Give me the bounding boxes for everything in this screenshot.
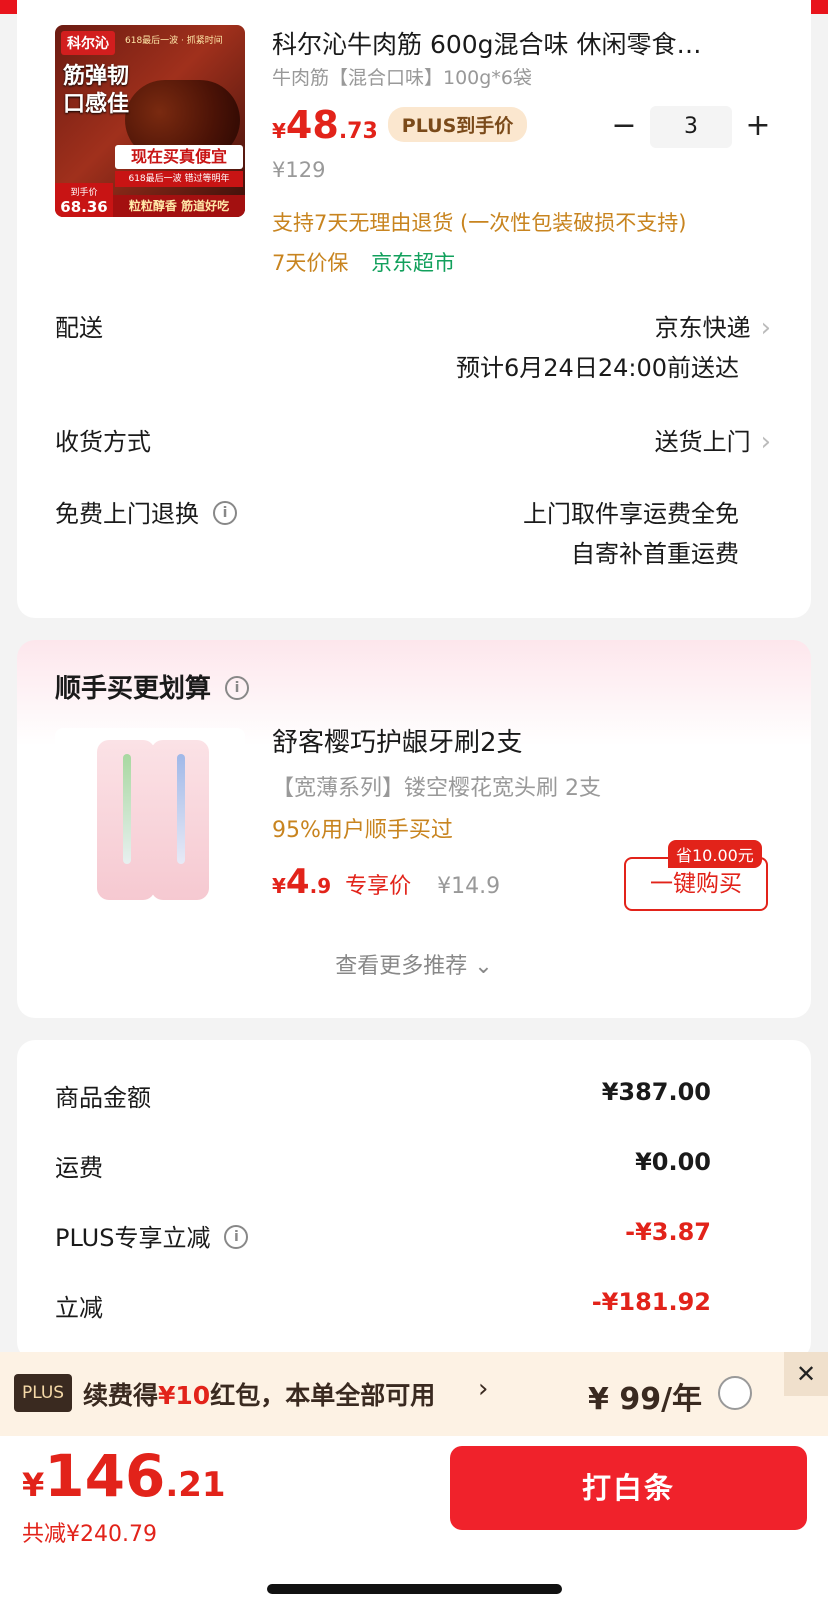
total-integer: 146 [44, 1442, 166, 1510]
plus-text-highlight: ¥10 [158, 1381, 211, 1410]
recommend-card: 顺手买更划算 i 舒客樱巧护龈牙刷2支 【宽薄系列】镂空樱花宽头刷 2支 95%用… [17, 640, 811, 1018]
summary-row-label-text: PLUS专享立减 [55, 1224, 211, 1252]
recommend-product-name[interactable]: 舒客樱巧护龈牙刷2支 [272, 722, 523, 759]
product-title[interactable]: 科尔沁牛肉筋 600g混合味 休闲零食… [272, 25, 762, 61]
rec-price-label: 专享价 [345, 874, 412, 899]
plus-price-badge: PLUS到手价 [387, 106, 528, 142]
toothbrush-image-2 [151, 740, 209, 900]
chevron-right-icon: › [760, 313, 771, 343]
slogan-line-1: 筋弹韧 [63, 64, 130, 89]
save-badge: 省10.00元 [668, 840, 762, 868]
price-tag-value: 68.36 [60, 198, 108, 216]
free-return-line2: 自寄补首重运费 [571, 540, 739, 568]
store-tag: 京东超市 [371, 251, 456, 275]
receive-method-label: 收货方式 [55, 428, 151, 456]
info-icon[interactable]: i [213, 501, 237, 525]
product-spec[interactable]: 牛肉筋【混合口味】100g*6袋 [272, 63, 532, 90]
plus-text-prefix: 续费得 [83, 1381, 159, 1410]
price-tag-label: 到手价 [70, 188, 98, 198]
recommend-product-spec: 【宽薄系列】镂空樱花宽头刷 2支 [272, 776, 601, 801]
price-summary-card: 商品金额 ¥387.00 运费 ¥0.00 PLUS专享立减 i -¥3.87 立… [17, 1040, 811, 1360]
recommend-title: 顺手买更划算 i [55, 668, 250, 705]
product-price: ¥ 48 .73 PLUS到手价 [272, 103, 528, 147]
plus-renew-bar[interactable]: PLUS 续费得¥10红包，本单全部可用 › ¥ 99/年 [0, 1352, 828, 1436]
price-decimal: .73 [338, 119, 378, 144]
quantity-stepper: − 3 + [602, 105, 780, 149]
plus-text-suffix: 红包，本单全部可用 [210, 1381, 436, 1410]
rec-original-price: ¥14.9 [437, 874, 501, 899]
product-image-banner: 现在买真便宜 [115, 145, 243, 169]
price-integer: 48 [285, 103, 339, 147]
summary-row-value: -¥3.87 [625, 1218, 711, 1246]
product-image-foot: 粒粒醇香 筋道好吃 [113, 195, 245, 217]
free-return-line1: 上门取件享运费全免 [523, 500, 739, 528]
recommend-product-image[interactable] [55, 728, 245, 910]
product-image-top-strip: 618最后一波 · 抓紧时间 [125, 36, 223, 46]
delivery-value: 京东快递 [654, 314, 751, 342]
delivery-estimate: 预计6月24日24:00前送达 [456, 354, 739, 382]
delivery-selector[interactable]: 京东快递 › [655, 308, 771, 343]
quantity-minus-button[interactable]: − [602, 105, 646, 149]
summary-row-value: ¥387.00 [601, 1078, 711, 1106]
quantity-plus-button[interactable]: + [736, 105, 780, 149]
recommend-price: ¥ 4 .9 专享价 ¥14.9 [272, 862, 500, 902]
plus-logo: PLUS [14, 1374, 72, 1412]
chevron-right-icon[interactable]: › [478, 1374, 488, 1404]
receive-method-value: 送货上门 [654, 428, 751, 456]
summary-row-label: 商品金额 [55, 1084, 151, 1112]
free-return-label: 免费上门退换 i [55, 494, 237, 529]
recommend-bought-ratio: 95%用户顺手买过 [272, 818, 453, 843]
price-symbol: ¥ [272, 119, 286, 143]
chevron-right-icon: › [760, 427, 771, 457]
product-image-slogan: 筋弹韧 口感佳 [63, 63, 129, 119]
bottom-action-bar: ¥ 146 .21 共减¥240.79 打白条 [0, 1436, 828, 1615]
summary-row-value: ¥0.00 [635, 1148, 711, 1176]
plus-renew-price: ¥ 99/年 [588, 1382, 703, 1417]
price-protect-tag: 7天价保 [272, 251, 349, 275]
delivery-label: 配送 [55, 314, 103, 342]
receive-method-selector[interactable]: 送货上门 › [655, 422, 771, 457]
quantity-input[interactable]: 3 [650, 106, 732, 148]
original-price: ¥129 [272, 158, 326, 182]
total-saved[interactable]: 共减¥240.79 [22, 1516, 157, 1548]
summary-row-label: 立减 [55, 1294, 103, 1322]
rec-price-integer: 4 [285, 862, 310, 902]
product-card: 科尔沁 618最后一波 · 抓紧时间 筋弹韧 口感佳 现在买真便宜 618最后一… [17, 0, 811, 618]
total-symbol: ¥ [22, 1466, 45, 1504]
summary-row-label: PLUS专享立减 i [55, 1218, 249, 1253]
total-price: ¥ 146 .21 [22, 1442, 226, 1510]
summary-row-label: 运费 [55, 1154, 103, 1182]
plus-renew-radio[interactable] [718, 1376, 752, 1410]
rec-price-decimal: .9 [309, 874, 332, 898]
plus-renew-text: 续费得¥10红包，本单全部可用 [83, 1376, 435, 1412]
order-confirm-page: 科尔沁 618最后一波 · 抓紧时间 筋弹韧 口感佳 现在买真便宜 618最后一… [0, 0, 828, 1615]
total-decimal: .21 [165, 1465, 226, 1505]
see-more-recommend-link[interactable]: 查看更多推荐 ⌄ [17, 948, 811, 980]
slogan-line-2: 口感佳 [63, 92, 130, 117]
product-image-price-tag: 到手价 68.36 [55, 183, 113, 217]
product-image-small-tag: 618最后一波 错过等明年 [115, 171, 243, 187]
recommend-title-text: 顺手买更划算 [55, 674, 212, 704]
pay-with-baitiao-button[interactable]: 打白条 [450, 1446, 807, 1530]
free-return-label-text: 免费上门退换 [55, 500, 199, 528]
info-icon[interactable]: i [225, 675, 250, 700]
summary-row-value: -¥181.92 [591, 1288, 711, 1316]
rec-price-symbol: ¥ [272, 874, 286, 898]
product-image[interactable]: 科尔沁 618最后一波 · 抓紧时间 筋弹韧 口感佳 现在买真便宜 618最后一… [55, 25, 245, 217]
return-policy-note: 支持7天无理由退货 (一次性包装破损不支持) [272, 211, 687, 235]
product-image-brand: 科尔沁 [61, 31, 115, 55]
close-icon[interactable]: ✕ [784, 1352, 828, 1396]
service-tags: 7天价保 京东超市 [272, 247, 455, 277]
toothbrush-image-1 [97, 740, 155, 900]
info-icon[interactable]: i [224, 1225, 249, 1249]
home-indicator[interactable] [267, 1584, 562, 1594]
